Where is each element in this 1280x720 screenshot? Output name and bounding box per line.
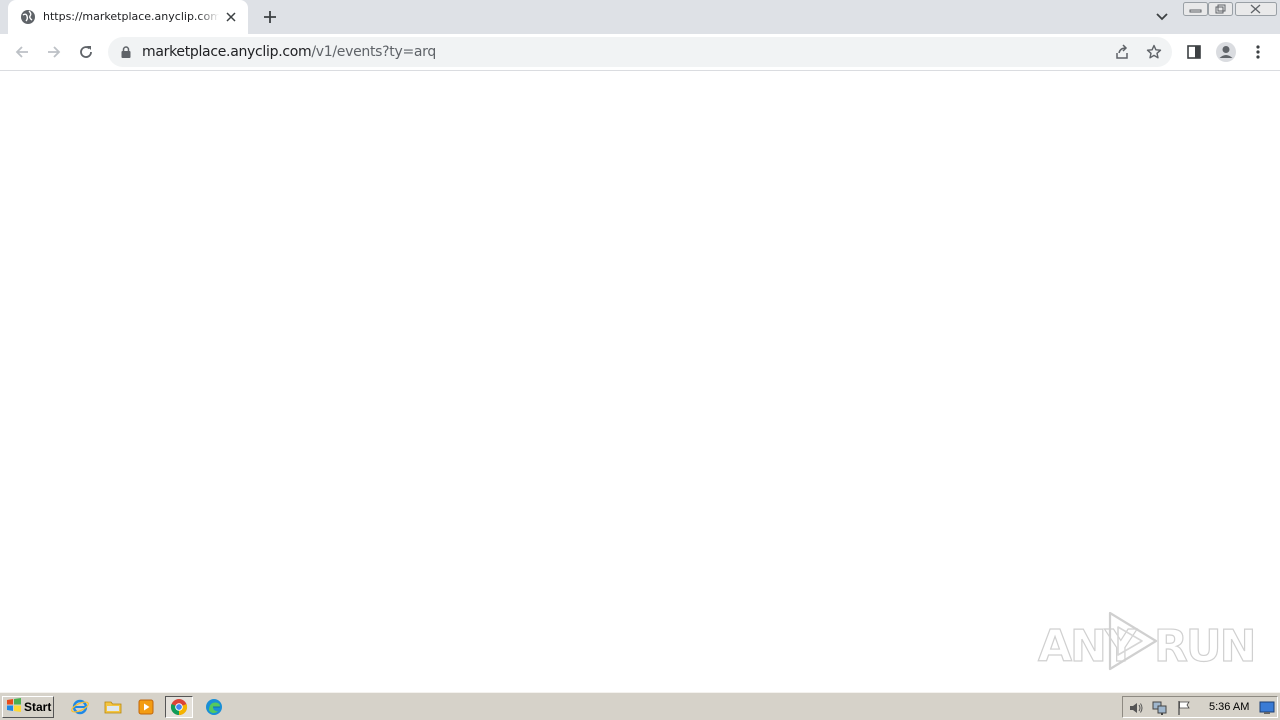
tab-title: https://marketplace.anyclip.com/v1/ bbox=[43, 10, 219, 23]
profile-avatar-icon[interactable] bbox=[1212, 38, 1240, 66]
start-label: Start bbox=[24, 700, 52, 714]
media-player-icon[interactable] bbox=[132, 696, 160, 718]
browser-toolbar: marketplace.anyclip.com/v1/events?ty=arq bbox=[0, 34, 1280, 71]
address-bar[interactable]: marketplace.anyclip.com/v1/events?ty=arq bbox=[108, 37, 1172, 67]
url-domain: marketplace.anyclip.com bbox=[142, 44, 312, 60]
tab-strip: https://marketplace.anyclip.com/v1/ bbox=[0, 0, 1280, 34]
browser-tab[interactable]: https://marketplace.anyclip.com/v1/ bbox=[8, 0, 248, 34]
show-desktop-icon[interactable] bbox=[1259, 700, 1275, 716]
anyrun-watermark: ANY RUN bbox=[1036, 607, 1257, 677]
close-window-icon[interactable] bbox=[1235, 1, 1277, 17]
internet-explorer-icon[interactable] bbox=[66, 696, 94, 718]
edge-icon[interactable] bbox=[200, 696, 228, 718]
flag-icon[interactable] bbox=[1176, 700, 1192, 716]
watermark-right-text: RUN bbox=[1153, 620, 1257, 672]
lock-icon[interactable] bbox=[119, 45, 133, 59]
page-content: ANY RUN bbox=[0, 72, 1280, 692]
system-tray: 5:36 AM bbox=[1122, 696, 1278, 718]
folder-icon[interactable] bbox=[99, 696, 127, 718]
minimize-icon[interactable] bbox=[1183, 1, 1208, 17]
menu-kebab-icon[interactable] bbox=[1244, 38, 1272, 66]
network-icon[interactable] bbox=[1152, 700, 1168, 716]
chevron-down-icon[interactable] bbox=[1150, 5, 1174, 29]
clock[interactable]: 5:36 AM bbox=[1209, 701, 1249, 713]
back-icon[interactable] bbox=[8, 38, 36, 66]
side-panel-icon[interactable] bbox=[1180, 38, 1208, 66]
speaker-icon[interactable] bbox=[1128, 700, 1144, 716]
forward-icon[interactable] bbox=[40, 38, 68, 66]
windows-logo-icon bbox=[6, 697, 22, 718]
start-button[interactable]: Start bbox=[2, 696, 54, 718]
bookmark-star-icon[interactable] bbox=[1144, 42, 1164, 62]
globe-icon bbox=[20, 9, 36, 25]
chrome-icon[interactable] bbox=[165, 696, 193, 718]
url-text[interactable]: marketplace.anyclip.com/v1/events?ty=arq bbox=[142, 44, 436, 60]
windows-taskbar: Start 5:36 AM bbox=[0, 692, 1280, 720]
reload-icon[interactable] bbox=[72, 38, 100, 66]
share-icon[interactable] bbox=[1112, 42, 1132, 62]
tab-close-icon[interactable] bbox=[223, 9, 239, 25]
url-path: /v1/events?ty=arq bbox=[311, 44, 436, 60]
new-tab-icon[interactable] bbox=[258, 5, 282, 29]
restore-icon[interactable] bbox=[1208, 1, 1233, 17]
